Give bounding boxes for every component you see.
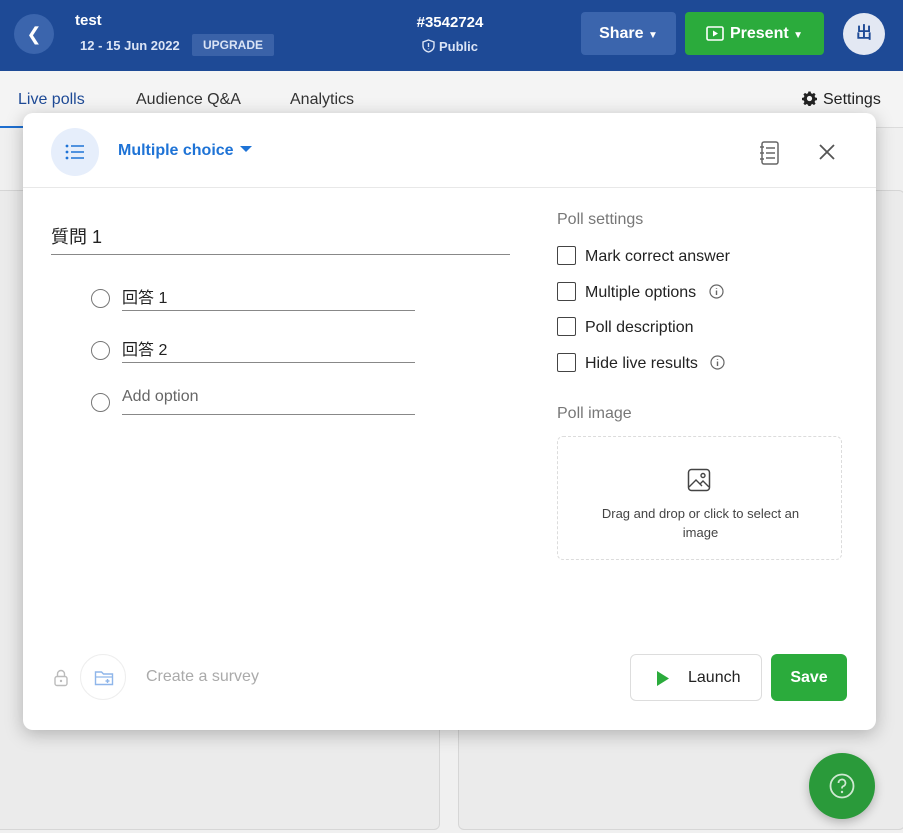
checkbox[interactable]: [557, 353, 576, 372]
image-dropzone[interactable]: Drag and drop or click to select an imag…: [557, 436, 842, 560]
upgrade-badge[interactable]: UPGRADE: [192, 34, 274, 56]
tab-live-polls[interactable]: Live polls: [18, 91, 85, 109]
poll-type-dropdown[interactable]: Multiple choice: [118, 142, 252, 160]
help-icon: [829, 773, 855, 799]
add-option-row: Add option: [91, 385, 416, 415]
info-icon[interactable]: [709, 284, 724, 299]
question-input[interactable]: 質問 1: [51, 223, 510, 255]
setting-poll-description[interactable]: Poll description: [557, 317, 694, 337]
help-button[interactable]: [809, 753, 875, 819]
poll-image-heading: Poll image: [557, 405, 632, 422]
present-icon: [706, 26, 724, 41]
checkbox[interactable]: [557, 317, 576, 336]
folder-plus-icon: [94, 671, 114, 686]
checkbox[interactable]: [557, 246, 576, 265]
setting-hide-live-results[interactable]: Hide live results: [557, 353, 725, 373]
option-input[interactable]: 回答 1: [122, 281, 415, 311]
caret-down-icon: ▼: [648, 30, 658, 41]
share-button[interactable]: Share ▼: [581, 12, 676, 55]
caret-down-icon: ▼: [793, 30, 804, 41]
event-dates: 12 - 15 Jun 2022: [80, 38, 180, 53]
event-title: test: [75, 12, 102, 29]
event-visibility[interactable]: Public: [380, 39, 520, 54]
top-bar: ❮ test 12 - 15 Jun 2022 UPGRADE #3542724…: [0, 0, 903, 71]
gear-icon: [802, 91, 817, 106]
option-row: 回答 2: [91, 333, 416, 363]
add-option-input[interactable]: Add option: [122, 385, 415, 415]
create-survey-link[interactable]: Create a survey: [146, 668, 259, 686]
add-to-folder-button[interactable]: [80, 654, 126, 700]
chevron-left-icon: ❮: [26, 24, 42, 44]
notes-icon[interactable]: [759, 140, 781, 171]
lock-icon: [53, 669, 69, 692]
present-button[interactable]: Present ▼: [685, 12, 824, 55]
tab-audience-qa[interactable]: Audience Q&A: [136, 91, 241, 109]
modal-header: Multiple choice: [23, 113, 876, 188]
back-button[interactable]: ❮: [14, 14, 54, 54]
shield-icon: [422, 39, 435, 53]
option-radio: [91, 289, 110, 308]
save-button[interactable]: Save: [771, 654, 847, 701]
avatar[interactable]: 出: [843, 13, 885, 55]
option-input[interactable]: 回答 2: [122, 333, 415, 363]
event-code: #3542724: [416, 14, 484, 31]
setting-mark-correct-answer[interactable]: Mark correct answer: [557, 246, 730, 266]
caret-down-icon: [239, 146, 252, 152]
option-radio: [91, 341, 110, 360]
checkbox[interactable]: [557, 282, 576, 301]
poll-editor-modal: Multiple choice 質問 1 回答 1 回答 2 Add optio…: [23, 113, 876, 730]
settings-button[interactable]: Settings: [802, 91, 881, 109]
option-radio: [91, 393, 110, 412]
setting-multiple-options[interactable]: Multiple options: [557, 282, 724, 302]
image-icon: [687, 468, 711, 492]
launch-button[interactable]: Launch: [630, 654, 762, 701]
info-icon[interactable]: [710, 355, 725, 370]
poll-settings-heading: Poll settings: [557, 211, 644, 228]
close-icon[interactable]: [818, 143, 836, 166]
list-icon: [51, 128, 99, 176]
option-row: 回答 1: [91, 281, 416, 311]
tab-analytics[interactable]: Analytics: [290, 91, 354, 109]
play-icon: [657, 671, 669, 686]
dropzone-text: Drag and drop or click to select an imag…: [601, 506, 800, 540]
